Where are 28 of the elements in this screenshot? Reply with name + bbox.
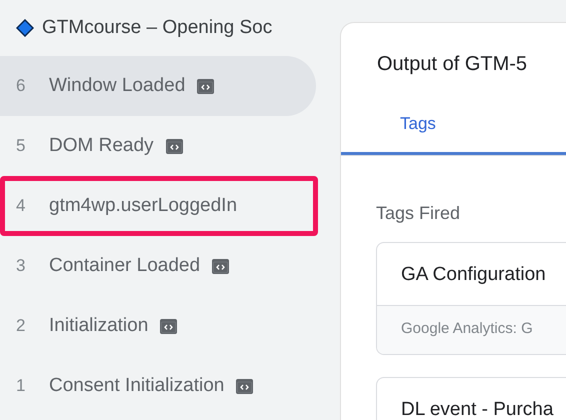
panel-title: Output of GTM-5 bbox=[377, 53, 528, 75]
tag-name: DL event - Purcha bbox=[401, 398, 554, 420]
event-item[interactable]: 5 DOM Ready bbox=[0, 116, 316, 176]
tag-type: Google Analytics: G bbox=[401, 320, 533, 337]
event-label: gtm4wp.userLoggedIn bbox=[49, 194, 238, 218]
event-item[interactable]: 3 Container Loaded bbox=[0, 236, 316, 296]
event-label: Container Loaded bbox=[49, 254, 200, 278]
event-number: 2 bbox=[15, 315, 26, 338]
event-number: 1 bbox=[15, 375, 26, 398]
diamond-icon bbox=[16, 19, 34, 37]
event-label: Consent Initialization bbox=[49, 374, 224, 398]
event-number: 5 bbox=[15, 135, 26, 158]
event-number: 3 bbox=[15, 255, 26, 278]
event-label: Window Loaded bbox=[49, 74, 186, 98]
event-number: 4 bbox=[15, 195, 26, 218]
event-item[interactable]: 6 Window Loaded bbox=[0, 56, 316, 116]
event-item[interactable]: 1 Consent Initialization bbox=[0, 356, 316, 416]
event-number: 6 bbox=[15, 75, 26, 98]
event-label: Initialization bbox=[49, 314, 148, 338]
event-label: DOM Ready bbox=[49, 134, 154, 158]
tag-name: GA Configuration bbox=[401, 264, 546, 284]
event-item[interactable]: 4 gtm4wp.userLoggedIn bbox=[0, 176, 316, 236]
container-title: GTMcourse – Opening Soc bbox=[42, 16, 272, 40]
event-item[interactable]: 2 Initialization bbox=[0, 296, 316, 356]
tag-card[interactable]: GA Configuration Google Analytics: G bbox=[376, 242, 566, 354]
tab[interactable]: Tags bbox=[341, 111, 566, 154]
tag-card[interactable]: DL event - Purcha bbox=[376, 376, 566, 420]
section-title: Tags Fired bbox=[376, 202, 460, 222]
